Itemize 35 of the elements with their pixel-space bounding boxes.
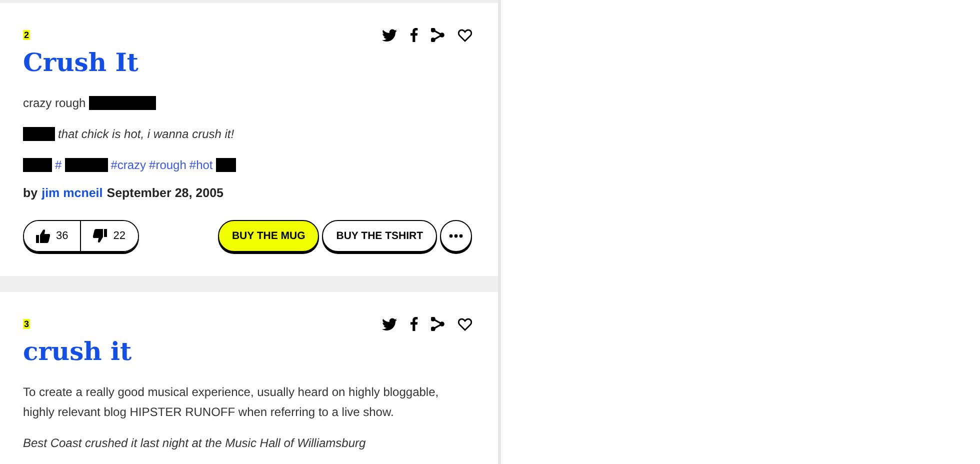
redaction-mark — [64, 158, 108, 172]
example-text: Best Coast crushed it last night at the Music Hall of Williamsburg — [23, 435, 366, 452]
date-text: September 28, 2005 — [106, 186, 224, 200]
buy-button[interactable]: BUY THE TSHIRT — [322, 220, 437, 252]
more-button[interactable] — [440, 220, 472, 252]
facebook-icon[interactable] — [410, 28, 418, 42]
byline-prefix: by — [23, 186, 38, 200]
rank-badge: 3 — [23, 319, 30, 329]
thumbs-down-icon — [93, 229, 108, 243]
redaction-mark — [23, 158, 52, 172]
redaction-mark — [23, 127, 55, 141]
more-icon — [449, 234, 463, 238]
tag-link[interactable]: #hot — [189, 155, 213, 175]
twitter-icon[interactable] — [382, 28, 397, 42]
downvote-button[interactable]: 22 — [80, 221, 138, 251]
share-icon[interactable] — [431, 317, 445, 331]
tag-link[interactable]: #rough — [149, 155, 186, 175]
example-text: that chick is hot, i wanna crush it! — [58, 126, 234, 143]
tag-link[interactable]: # — [55, 155, 62, 175]
rank-badge: 2 — [23, 30, 30, 40]
redaction-mark — [216, 158, 236, 172]
thumbs-up-icon — [36, 229, 50, 243]
facebook-icon[interactable] — [410, 317, 418, 331]
author-link[interactable]: jim mcneil — [42, 186, 103, 200]
twitter-icon[interactable] — [382, 318, 397, 330]
heart-icon[interactable] — [458, 318, 472, 330]
meaning-text: crazy rough — [23, 95, 86, 112]
buy-button[interactable]: BUY THE MUG — [218, 220, 320, 252]
share-icon[interactable] — [431, 28, 445, 42]
tag-link[interactable]: #crazy — [110, 155, 146, 175]
meaning-text: To create a really good musical experience, usually heard on highly bloggable, highly relevant blog HIPSTER RUNOFF when referring to a live show. — [23, 384, 440, 421]
word-title[interactable]: crush it — [23, 337, 472, 366]
redaction-mark — [88, 96, 156, 110]
heart-icon[interactable] — [458, 28, 472, 42]
word-title[interactable]: Crush It — [23, 48, 472, 77]
